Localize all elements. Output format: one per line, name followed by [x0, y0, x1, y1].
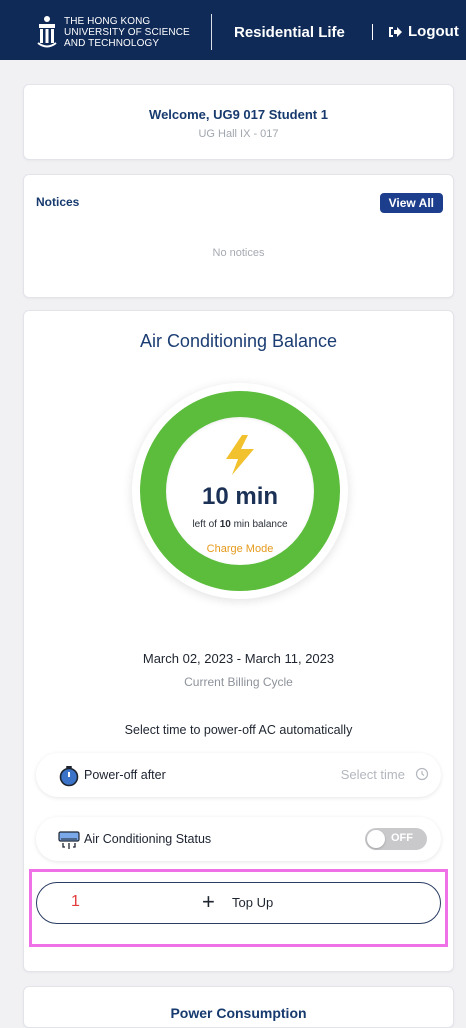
power-off-label: Power-off after	[84, 768, 166, 782]
logout-label: Logout	[408, 23, 459, 40]
remaining-minutes: 10 min	[201, 483, 279, 510]
lightning-icon	[226, 435, 254, 475]
stopwatch-icon	[59, 766, 79, 787]
air-conditioner-icon	[58, 831, 80, 849]
topup-marker-number: 1	[71, 893, 80, 910]
ac-status-toggle[interactable]: OFF	[365, 828, 427, 850]
notices-card: Notices View All No notices	[23, 174, 454, 298]
org-line-1: THE HONG KONG	[64, 16, 151, 27]
ac-balance-card: Air Conditioning Balance 10 min left of …	[23, 310, 454, 972]
billing-cycle-dates: March 02, 2023 - March 11, 2023	[142, 651, 335, 666]
auto-off-prompt: Select time to power-off AC automaticall…	[124, 723, 353, 737]
hkust-logo-icon	[37, 16, 57, 48]
ac-status-label: Air Conditioning Status	[84, 832, 212, 846]
hall-room: UG Hall IX - 017	[198, 128, 279, 140]
header-divider	[211, 14, 212, 50]
toggle-state-label: OFF	[391, 832, 413, 844]
balance-caption-prefix: left of	[192, 519, 220, 530]
power-off-timer-row[interactable]: Power-off after Select time	[36, 753, 441, 797]
header-divider-small	[372, 24, 373, 40]
balance-caption: left of 10 min balance	[132, 519, 348, 530]
app-title: Residential Life	[234, 24, 345, 41]
hkust-logo[interactable]: THE HONG KONG UNIVERSITY OF SCIENCE AND …	[36, 14, 190, 50]
top-up-label: Top Up	[232, 895, 274, 910]
welcome-card: Welcome, UG9 017 Student 1 UG Hall IX - …	[23, 84, 454, 160]
power-off-time-select[interactable]: Select time	[341, 767, 405, 782]
logout-button[interactable]: Logout	[388, 23, 459, 40]
org-line-3: AND TECHNOLOGY	[64, 38, 160, 49]
balance-ring: 10 min left of 10 min balance Charge Mod…	[132, 383, 348, 599]
logout-icon	[389, 26, 402, 37]
top-bar: THE HONG KONG UNIVERSITY OF SCIENCE AND …	[0, 0, 466, 60]
welcome-greeting: Welcome, UG9 017 Student 1	[149, 107, 328, 122]
billing-cycle-label: Current Billing Cycle	[184, 675, 293, 689]
power-consumption-card: Power Consumption	[23, 986, 454, 1028]
ac-status-row: Air Conditioning Status OFF	[36, 817, 441, 861]
no-notices-text: No notices	[212, 247, 265, 259]
org-line-2: UNIVERSITY OF SCIENCE	[64, 27, 190, 38]
hkust-wordmark: THE HONG KONG UNIVERSITY OF SCIENCE AND …	[64, 16, 190, 49]
charge-mode-label: Charge Mode	[206, 543, 274, 555]
ac-balance-title: Air Conditioning Balance	[139, 331, 338, 351]
power-consumption-title: Power Consumption	[170, 1005, 307, 1021]
clock-icon	[415, 767, 429, 781]
view-all-button[interactable]: View All	[379, 193, 443, 213]
top-up-button[interactable]: 1 + Top Up	[36, 882, 441, 924]
balance-total: 10	[219, 519, 231, 530]
balance-caption-suffix: min balance	[230, 519, 288, 530]
plus-icon: +	[202, 889, 215, 914]
notices-title: Notices	[36, 195, 80, 209]
toggle-knob	[367, 830, 385, 848]
